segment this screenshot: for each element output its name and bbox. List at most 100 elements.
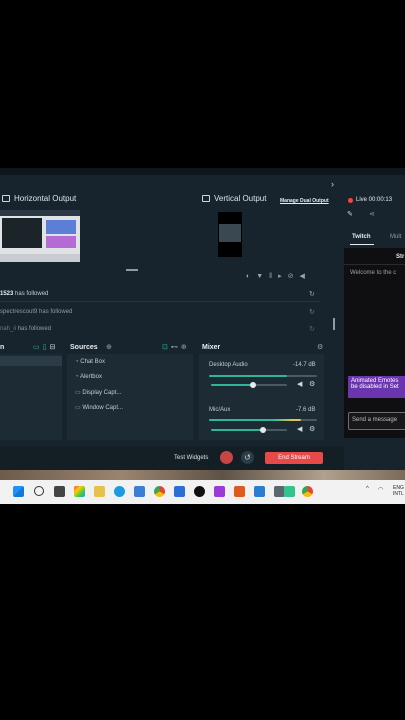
preview-dark-pane <box>2 218 42 248</box>
replay-icon[interactable]: ↻ <box>309 308 315 316</box>
mixer-meter <box>209 375 317 377</box>
test-widgets-label[interactable]: Test Widgets <box>174 455 208 461</box>
search-icon[interactable] <box>34 486 44 496</box>
event-user: 1523 <box>0 291 14 297</box>
tab-twitch[interactable]: Twitch <box>352 234 371 240</box>
chat-title: Str <box>396 254 405 260</box>
chevron-right-icon[interactable]: › <box>331 179 334 189</box>
edge-icon[interactable] <box>114 486 125 497</box>
volume-slider-knob[interactable] <box>259 427 266 433</box>
gear-icon[interactable]: ⚙ <box>309 425 315 433</box>
replay-buffer-button[interactable]: ↺ <box>241 451 254 464</box>
preview-toolbar <box>0 210 80 216</box>
file-explorer-icon[interactable] <box>94 486 105 497</box>
windows-taskbar: ^ ◠ ENG INTL <box>0 480 405 504</box>
app-icon[interactable] <box>234 486 245 497</box>
tab-multistream[interactable]: Mult <box>390 234 401 240</box>
link-icon[interactable]: ⊷ <box>171 344 181 351</box>
event-action: has followed <box>15 291 49 297</box>
source-label: Display Capt... <box>82 390 122 396</box>
volume-slider-fill <box>211 384 253 386</box>
mixer-channel-db: -14.7 dB <box>293 362 316 368</box>
splitter-handle[interactable] <box>126 269 138 271</box>
tray-chevron-icon[interactable]: ^ <box>366 486 369 492</box>
split-icon[interactable]: ⊟ <box>49 344 58 351</box>
language-line-2: INTL <box>393 491 404 497</box>
speaker-icon[interactable]: ◀ <box>297 425 302 433</box>
row-divider <box>0 301 320 302</box>
horizontal-preview <box>0 210 80 262</box>
share-icon[interactable]: ⋖ <box>369 210 375 218</box>
event-row: spectrescout9 has followed <box>0 309 72 315</box>
folder-add-icon[interactable]: ⊡ <box>162 344 171 351</box>
horizontal-output-label: Horizontal Output <box>14 194 77 203</box>
streamlabs-icon[interactable] <box>284 486 295 497</box>
replay-icon[interactable]: ↻ <box>309 290 315 298</box>
tab-underline <box>350 244 374 245</box>
volume-slider-fill <box>211 429 263 431</box>
source-label: Chat Box <box>80 359 105 365</box>
source-label: Alertbox <box>79 374 102 380</box>
events-scrollbar[interactable] <box>333 318 335 330</box>
preview-blue-block <box>46 220 76 234</box>
sources-controls: ⊡⊷⊕ <box>162 343 190 351</box>
window-icon: ▭ <box>75 405 81 411</box>
volume-slider[interactable] <box>211 429 287 431</box>
mixer-channel-name: Desktop Audio <box>209 362 248 368</box>
source-item[interactable]: ▭ Display Capt... <box>75 389 121 396</box>
sources-panel: ◔ Chat Box ◔ Alertbox ▭ Display Capt... … <box>67 354 193 440</box>
replay-icon[interactable]: ↻ <box>309 325 315 333</box>
mixer-channel-db: -7.6 dB <box>296 407 316 413</box>
app-icon[interactable] <box>214 486 225 497</box>
app-icon[interactable] <box>254 486 265 497</box>
shield-icon[interactable]: ◐ <box>246 273 256 280</box>
event-action: has followed <box>39 309 73 315</box>
vertical-output-header: Vertical Output <box>202 194 266 203</box>
notice-line-2: be disabled in Set <box>351 384 399 390</box>
mixer-settings-icon[interactable]: ⚙ <box>317 343 323 351</box>
record-button[interactable] <box>220 451 233 464</box>
photos-icon[interactable] <box>74 486 85 497</box>
chrome-icon[interactable] <box>154 486 165 497</box>
scene-item-selected[interactable] <box>0 356 62 366</box>
events-toolbar: ◐▼‖▸⊘◀ <box>246 272 311 280</box>
vertical-preview <box>218 212 242 257</box>
skip-icon[interactable]: ▸ <box>278 273 288 280</box>
language-indicator[interactable]: ENG INTL <box>393 485 404 497</box>
add-source-icon[interactable]: ⊕ <box>106 343 112 351</box>
source-label: Window Capt... <box>82 405 124 411</box>
chrome-icon[interactable] <box>302 486 313 497</box>
animated-emotes-notice: Animated Emotes be disabled in Set <box>348 376 405 398</box>
chat-input[interactable]: Send a message <box>348 412 405 430</box>
edit-icon[interactable]: ✎ <box>347 210 353 218</box>
chat-panel: Str Welcome to the c Animated Emotes be … <box>344 248 405 438</box>
preview-taskbar <box>0 254 80 262</box>
event-row: nah_ii has followed <box>0 326 51 332</box>
add-icon[interactable]: ⊕ <box>181 344 190 351</box>
streamlabs-window: Horizontal Output Vertical Output Manage… <box>0 168 405 470</box>
source-item[interactable]: ◔ Chat Box <box>75 359 105 365</box>
studio-mode-icon[interactable]: ▭ <box>33 344 43 351</box>
gear-icon[interactable]: ⚙ <box>309 380 315 388</box>
obs-icon[interactable] <box>194 486 205 497</box>
store-icon[interactable] <box>134 486 145 497</box>
volume-slider-knob[interactable] <box>249 382 256 388</box>
manage-dual-output-link[interactable]: Manage Dual Output <box>280 198 329 204</box>
live-timer: Live 00:00:13 <box>356 197 393 203</box>
mute-alerts-icon[interactable]: ⊘ <box>288 273 300 280</box>
chat-icon: ◔ <box>75 359 79 365</box>
source-item[interactable]: ▭ Window Capt... <box>75 404 123 411</box>
task-view-icon[interactable] <box>54 486 65 497</box>
end-stream-button[interactable]: End Stream <box>265 452 323 464</box>
event-user: nah_ii <box>0 326 17 332</box>
mixer-meter-fill <box>209 375 287 377</box>
filter-icon[interactable]: ▼ <box>256 273 269 280</box>
wifi-icon[interactable]: ◠ <box>378 486 383 493</box>
notice-line-1: Animated Emotes <box>351 378 399 384</box>
app-icon[interactable] <box>174 486 185 497</box>
source-item[interactable]: ◔ Alertbox <box>75 374 102 380</box>
windows-start-icon[interactable] <box>13 486 24 497</box>
speaker-icon[interactable]: ◀ <box>297 380 302 388</box>
volume-icon[interactable]: ◀ <box>299 273 310 280</box>
pause-icon[interactable]: ‖ <box>269 273 278 280</box>
